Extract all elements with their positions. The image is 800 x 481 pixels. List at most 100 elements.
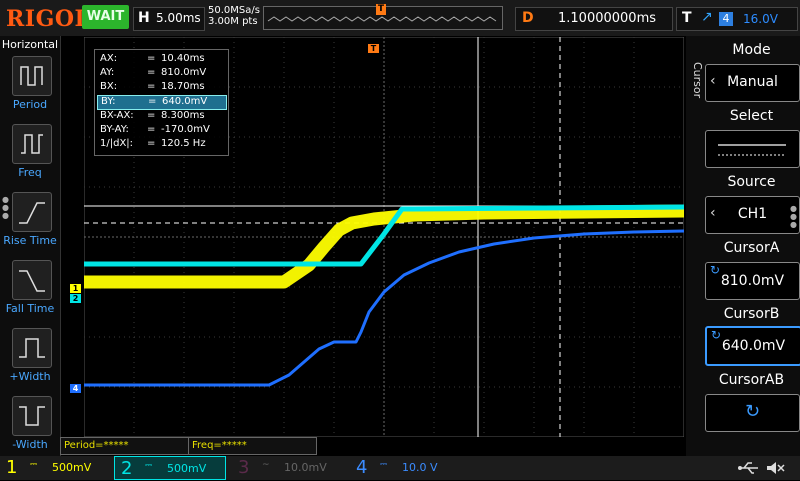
ch1-status[interactable]: 1 ⎓ 500mV [0,456,112,480]
period-icon [20,66,43,86]
horizontal-panel-title: Horizontal [1,38,59,51]
neg-width-label: -Width [12,438,48,451]
knob-rotate-icon: ↻ [744,401,761,422]
freq-measurement[interactable]: Freq=***** [188,437,317,455]
freq-label: Freq [18,166,42,179]
readout-eq: = [147,124,156,135]
trigger-display[interactable]: T ↗ 4 16.0V [676,7,798,31]
cursor-a-label: CursorA [723,240,780,256]
trigger-position-marker[interactable]: T [376,4,386,15]
readout-key: BX-AX: [100,110,134,121]
ch2-status-selected[interactable]: 2 ⎓ 500mV [114,456,226,480]
cursor-ab-knob[interactable]: ↻ [705,394,800,432]
ch3-scale: 10.0mV [284,461,327,474]
select-label: Select [729,108,774,124]
fall-time-button[interactable] [12,260,52,300]
readout-row-ay: AY: = 810.0mV [97,67,225,80]
readout-value: 10.40ms [161,53,205,64]
horizontal-measure-panel: Horizontal Period Freq ● ● ● Rise Time Fal… [0,36,61,456]
pos-width-icon [19,338,45,358]
page-dots-right: ● ● ● [790,204,797,229]
pos-width-label: +Width [9,370,51,383]
ch3-number: 3 [238,457,250,478]
ch1-scale: 500mV [52,461,92,474]
ch2-scale: 500mV [167,462,207,475]
readout-row-inv-dx: 1/|dX|: = 120.5 Hz [97,138,225,151]
trigger-source-badge: 4 [719,12,733,26]
readout-key: BY: [101,96,116,107]
source-label: Source [727,174,776,190]
horizontal-delay-display[interactable]: D 1.10000000ms [515,7,673,31]
cursor-lines-icon [718,144,786,156]
readout-key: AY: [100,67,115,78]
page-dots-left: ● ● ● [2,195,9,220]
acquisition-info: 50.0MSa/s 3.00M pts [208,5,260,27]
readout-key: BX: [100,81,118,92]
timebase-label: H [138,10,150,26]
cursor-b-label: CursorB [723,306,780,322]
sample-rate: 50.0MSa/s [208,5,260,16]
ch2-number: 2 [121,458,133,479]
readout-value: 640.0mV [162,96,208,107]
readout-eq: = [147,53,156,64]
speaker-mute-icon[interactable] [764,459,786,477]
ch4-status[interactable]: 4 ⎓ 10.0 V [350,456,462,480]
neg-width-icon [19,406,45,426]
neg-width-button[interactable] [12,396,52,436]
readout-eq: = [147,81,156,92]
dc-coupling-icon: ⎓ [30,460,38,470]
period-button[interactable] [12,56,52,96]
ch4-offset-marker[interactable]: 4 [70,384,81,393]
readout-key: AX: [100,53,118,64]
readout-row-bx-ax: BX-AX: = 8.300ms [97,110,225,123]
readout-eq: = [147,67,156,78]
fall-time-icon [19,270,45,292]
ch4-number: 4 [356,457,368,478]
trigger-label: T [682,10,692,26]
cursor-a-value: 810.0mV [720,273,785,289]
period-measurement[interactable]: Period=***** [60,437,189,455]
readout-eq: = [147,110,156,121]
select-button[interactable] [705,130,800,168]
mode-label: Mode [732,42,771,58]
ch3-status-off[interactable]: 3 ~ 10.0mV [232,456,344,480]
pos-width-button[interactable] [12,328,52,368]
rise-time-button[interactable] [12,192,52,232]
readout-row-bx: BX: = 18.70ms [97,81,225,94]
rise-time-icon [19,202,45,224]
dc-coupling-icon: ⎓ [380,460,388,470]
readout-key: 1/|dX|: [100,138,134,149]
timebase-display[interactable]: H 5.00ms [133,7,205,31]
readout-row-by-selected: BY: = 640.0mV [97,95,227,110]
ch4-scale: 10.0 V [402,461,438,474]
readout-eq: = [148,96,157,107]
period-label: Period [12,98,48,111]
source-select[interactable]: ‹ CH1 [705,196,800,234]
usb-icon [738,462,758,474]
readout-row-ax: AX: = 10.40ms [97,53,225,66]
memory-depth: 3.00M pts [208,16,258,27]
cursor-a-knob[interactable]: ↻ 810.0mV [705,262,800,300]
ch1-offset-marker[interactable]: 1 [70,284,81,293]
readout-row-by-ay: BY-AY: = -170.0mV [97,124,225,137]
readout-value: 120.5 Hz [161,138,206,149]
ch2-offset-marker[interactable]: 2 [70,294,81,303]
run-status-badge[interactable]: WAIT [82,5,129,29]
cursor-menu-title: Cursor [691,61,704,99]
timebase-value: 5.00ms [156,11,201,25]
cursor-b-value: 640.0mV [721,338,786,354]
dc-coupling-icon: ⎓ [145,461,153,471]
mode-select[interactable]: ‹ Manual [705,64,800,102]
delay-value: 1.10000000ms [558,11,657,26]
freq-icon [21,134,43,154]
delay-label: D [522,10,534,26]
cursor-readout-panel: AX: = 10.40ms AY: = 810.0mV BX: = 18.70m… [94,49,229,156]
readout-value: 8.300ms [161,110,205,121]
cursor-b-knob-selected[interactable]: ↻ 640.0mV [705,326,800,366]
trigger-time-marker[interactable]: T [368,44,379,53]
readout-key: BY-AY: [100,124,129,135]
ch1-number: 1 [6,457,18,478]
freq-button[interactable] [12,124,52,164]
readout-value: 810.0mV [161,67,207,78]
ac-coupling-icon: ~ [262,460,270,470]
